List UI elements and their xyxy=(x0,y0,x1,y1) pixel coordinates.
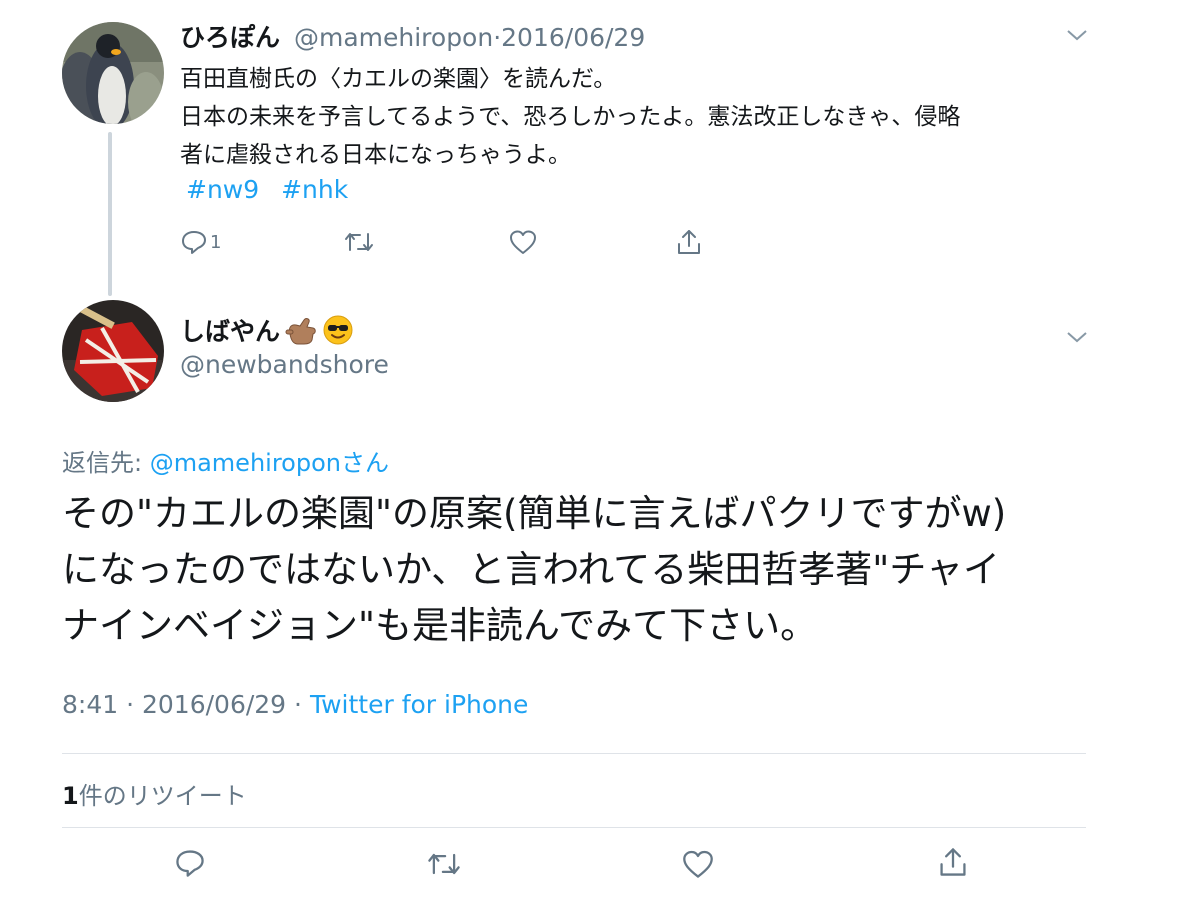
tweet-date[interactable]: 2016/06/29 xyxy=(142,690,286,719)
main-retweet-button[interactable] xyxy=(426,850,462,878)
main-text-line: になったのではないか、と言われてる柴田哲孝著"チャイ xyxy=(62,548,1000,591)
tweet-meta: 8:41 · 2016/06/29 · Twitter for iPhone xyxy=(62,690,528,719)
main-share-button[interactable] xyxy=(938,846,968,878)
chevron-down-icon[interactable] xyxy=(1066,330,1088,344)
main-text-line: その"カエルの楽園"の原案(簡単に言えばパクリですがw) xyxy=(62,492,1007,535)
call-me-hand-emoji-icon xyxy=(285,318,316,345)
divider xyxy=(62,827,1086,828)
sunglasses-emoji-icon xyxy=(323,315,353,345)
divider xyxy=(62,753,1086,754)
retweet-count-link[interactable]: 1件のリツイート xyxy=(62,776,247,811)
parent-share-button[interactable] xyxy=(676,228,702,256)
retweet-icon xyxy=(345,233,373,251)
thread-connector xyxy=(108,132,112,296)
chevron-down-icon[interactable] xyxy=(1066,28,1088,42)
main-display-name[interactable]: しばやん xyxy=(180,312,280,348)
reply-icon xyxy=(176,850,204,877)
heart-icon xyxy=(510,230,536,254)
main-handle[interactable]: @newbandshore xyxy=(180,350,389,379)
retweet-label: 件のリツイート xyxy=(78,782,247,810)
main-like-button[interactable] xyxy=(682,849,714,879)
parent-tweet-text: 百田直樹氏の〈カエルの楽園〉を読んだ。 日本の未来を予言してるようで、恐ろしかっ… xyxy=(180,60,1100,174)
parent-text-line: 日本の未来を予言してるようで、恐ろしかったよ。憲法改正しなきゃ、侵略 xyxy=(180,104,961,130)
parent-like-button[interactable] xyxy=(509,229,537,255)
hashtag-link[interactable]: #nhk xyxy=(281,175,348,204)
meta-separator: · xyxy=(294,690,302,719)
main-display-name-row: しばやん xyxy=(180,312,354,348)
main-reply-button[interactable] xyxy=(174,848,206,878)
reply-label: 返信先: xyxy=(62,449,150,477)
parent-hashtags: #nw9 #nhk xyxy=(186,175,362,204)
main-text-line: ナインベイジョン"も是非読んでみて下さい。 xyxy=(62,604,818,647)
avatar-shibayan[interactable] xyxy=(62,300,164,402)
reply-icon xyxy=(182,231,206,254)
parent-retweet-button[interactable] xyxy=(343,230,375,254)
header-separator: · xyxy=(493,23,502,52)
retweet-number: 1 xyxy=(62,782,79,810)
parent-text-line: 百田直樹氏の〈カエルの楽園〉を読んだ。 xyxy=(180,66,617,92)
meta-separator: · xyxy=(126,690,135,719)
tweet-time[interactable]: 8:41 xyxy=(62,690,118,719)
main-tweet-text: その"カエルの楽園"の原案(簡単に言えばパクリですがw) になったのではないか、… xyxy=(62,486,1102,654)
reply-target-link[interactable]: @mamehiroponさん xyxy=(150,449,389,477)
retweet-icon xyxy=(428,853,460,875)
avatar-hiropon[interactable] xyxy=(62,22,164,124)
parent-text-line: 者に虐殺される日本になっちゃうよ。 xyxy=(180,142,571,168)
parent-date[interactable]: 2016/06/29 xyxy=(501,23,645,52)
parent-handle[interactable]: @mamehiropon xyxy=(294,23,493,52)
share-icon xyxy=(940,848,966,876)
hashtag-link[interactable]: #nw9 xyxy=(186,175,259,204)
replying-to: 返信先: @mamehiroponさん xyxy=(62,443,389,478)
parent-tweet-header: ひろぽん @mamehiropon·2016/06/29 xyxy=(180,18,645,54)
tweet-source-link[interactable]: Twitter for iPhone xyxy=(310,690,528,719)
heart-icon xyxy=(683,850,713,878)
reply-count: 1 xyxy=(210,231,222,253)
parent-display-name[interactable]: ひろぽん xyxy=(180,23,280,52)
parent-reply-button[interactable]: 1 xyxy=(180,229,221,255)
share-icon xyxy=(678,230,700,254)
